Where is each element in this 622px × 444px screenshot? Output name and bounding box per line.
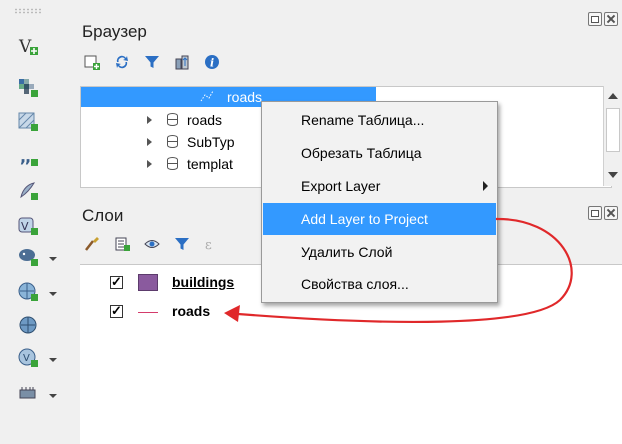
browser-panel-controls bbox=[588, 12, 618, 26]
menu-item-add-layer-to-project[interactable]: Add Layer to Project bbox=[263, 203, 496, 235]
menu-item-label: Add Layer to Project bbox=[301, 211, 428, 227]
context-menu: Rename Таблица... Обрезать Таблица Expor… bbox=[261, 101, 498, 303]
style-manager-icon[interactable] bbox=[84, 236, 100, 252]
layers-panel-title: Слои bbox=[82, 206, 124, 225]
menu-item-rename-table[interactable]: Rename Таблица... bbox=[263, 104, 496, 136]
svg-text:i: i bbox=[210, 57, 214, 70]
chevron-down-icon[interactable] bbox=[48, 252, 58, 262]
chevron-down-icon[interactable] bbox=[48, 389, 58, 399]
filter-expression-icon[interactable]: ε bbox=[204, 236, 220, 253]
svg-text:V: V bbox=[23, 353, 30, 364]
browser-panel-title: Браузер bbox=[82, 22, 147, 41]
chevron-down-icon[interactable] bbox=[48, 353, 58, 363]
polygon-symbol-icon bbox=[138, 274, 158, 291]
tree-item-label: roads bbox=[227, 89, 263, 105]
refresh-icon[interactable] bbox=[114, 54, 130, 70]
layers-toolbar: ε bbox=[84, 236, 220, 253]
menu-item-layer-properties[interactable]: Свойства слоя... bbox=[263, 268, 496, 300]
database-icon bbox=[167, 157, 178, 170]
add-virtual-layer-icon[interactable]: V bbox=[14, 212, 42, 240]
layer-name-buildings[interactable]: buildings bbox=[172, 274, 234, 290]
chevron-right-icon bbox=[483, 181, 488, 191]
add-wms-layer-icon[interactable] bbox=[14, 278, 42, 306]
browser-toolbar: i bbox=[84, 54, 220, 70]
expand-arrow-icon[interactable] bbox=[147, 138, 152, 146]
add-selected-icon[interactable] bbox=[84, 54, 100, 70]
collapse-all-icon[interactable] bbox=[174, 54, 190, 70]
menu-item-label: Обрезать Таблица bbox=[301, 145, 422, 161]
info-icon[interactable]: i bbox=[204, 54, 220, 70]
data-source-toolbar: V ,, V V bbox=[0, 0, 73, 443]
expand-arrow-icon[interactable] bbox=[147, 160, 152, 168]
menu-item-label: Export Layer bbox=[301, 178, 381, 194]
float-panel-icon[interactable] bbox=[588, 12, 602, 26]
tree-item-label: templat bbox=[187, 156, 233, 172]
add-postgis-layer-icon[interactable] bbox=[14, 243, 42, 271]
menu-item-delete-layer[interactable]: Удалить Слой bbox=[263, 236, 496, 268]
layers-panel-controls bbox=[588, 206, 618, 220]
filter-icon[interactable] bbox=[144, 54, 160, 70]
menu-item-export-layer[interactable]: Export Layer bbox=[263, 170, 496, 202]
chevron-down-icon[interactable] bbox=[48, 287, 58, 297]
add-wcs-layer-icon[interactable] bbox=[14, 311, 42, 339]
tree-item-label: roads bbox=[187, 112, 223, 128]
add-vector-layer-icon[interactable]: V bbox=[14, 32, 42, 60]
float-panel-icon[interactable] bbox=[588, 206, 602, 220]
close-panel-icon[interactable] bbox=[604, 12, 618, 26]
menu-item-truncate-table[interactable]: Обрезать Таблица bbox=[263, 137, 496, 169]
browser-scrollbar[interactable] bbox=[603, 86, 621, 186]
add-delimited-text-icon[interactable]: ,, bbox=[14, 143, 42, 171]
toolbar-grip[interactable] bbox=[14, 8, 42, 14]
menu-item-label: Свойства слоя... bbox=[301, 276, 409, 292]
svg-text:ε: ε bbox=[205, 238, 212, 252]
eye-visibility-icon[interactable] bbox=[144, 236, 160, 252]
expand-arrow-icon[interactable] bbox=[147, 116, 152, 124]
menu-item-label: Rename Таблица... bbox=[301, 112, 425, 128]
scroll-down-icon[interactable] bbox=[608, 172, 618, 178]
layer-name-roads[interactable]: roads bbox=[172, 303, 210, 319]
add-spatialite-icon[interactable] bbox=[14, 177, 42, 205]
add-raster-layer-icon[interactable] bbox=[14, 74, 42, 102]
menu-item-label: Удалить Слой bbox=[301, 244, 393, 260]
line-layer-icon bbox=[200, 90, 214, 102]
database-icon bbox=[167, 113, 178, 126]
add-mesh-layer-icon[interactable] bbox=[14, 108, 42, 136]
svg-text:,: , bbox=[25, 147, 31, 166]
database-icon bbox=[167, 135, 178, 148]
filter-icon[interactable] bbox=[174, 236, 190, 252]
svg-text:V: V bbox=[21, 220, 29, 233]
new-layer-icon[interactable] bbox=[14, 380, 42, 408]
svg-text:V: V bbox=[18, 37, 32, 57]
scroll-up-icon[interactable] bbox=[608, 93, 618, 99]
add-wfs-layer-icon[interactable]: V bbox=[14, 344, 42, 372]
add-group-icon[interactable] bbox=[114, 236, 130, 252]
layer-visibility-checkbox[interactable] bbox=[110, 303, 123, 319]
layer-visibility-checkbox[interactable] bbox=[110, 274, 123, 290]
close-panel-icon[interactable] bbox=[604, 206, 618, 220]
tree-item-label: SubTyp bbox=[187, 134, 235, 150]
scrollbar-thumb[interactable] bbox=[606, 108, 620, 152]
line-symbol-icon bbox=[138, 312, 158, 313]
